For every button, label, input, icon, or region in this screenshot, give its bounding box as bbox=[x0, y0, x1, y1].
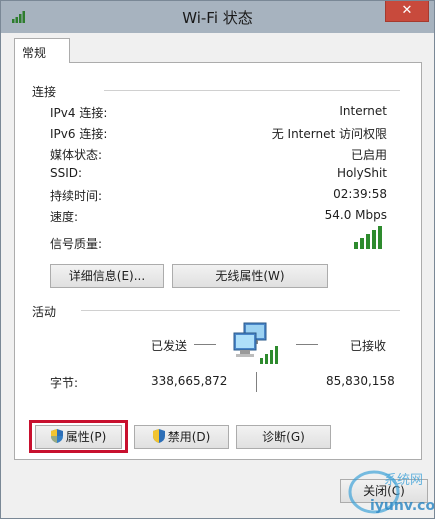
ssid-label: SSID: bbox=[50, 166, 83, 180]
wireless-properties-button[interactable]: 无线属性(W) bbox=[172, 264, 328, 288]
ipv6-value: 无 Internet 访问权限 bbox=[271, 127, 387, 141]
connection-divider bbox=[104, 90, 400, 91]
signal-quality-label: 信号质量: bbox=[50, 237, 103, 251]
duration-value: 02:39:58 bbox=[333, 187, 387, 201]
general-panel bbox=[14, 62, 422, 460]
received-label: 已接收 bbox=[350, 339, 387, 353]
bytes-label: 字节: bbox=[50, 376, 79, 390]
speed-label: 速度: bbox=[50, 210, 79, 224]
disable-label: 禁用(D) bbox=[167, 430, 211, 444]
svg-text:iyunv.com: iyunv.com bbox=[370, 498, 434, 514]
received-line bbox=[296, 344, 318, 345]
tab-general[interactable]: 常规 bbox=[14, 38, 70, 63]
svg-text:系统网: 系统网 bbox=[384, 473, 423, 488]
duration-label: 持续时间: bbox=[50, 189, 103, 203]
diagnose-button[interactable]: 诊断(G) bbox=[236, 425, 331, 449]
wifi-status-window: Wi-Fi 状态 ✕ 常规 连接 IPv4 连接: Internet IPv6 … bbox=[0, 0, 435, 519]
activity-divider bbox=[81, 310, 400, 311]
media-state-value: 已启用 bbox=[350, 148, 387, 162]
connection-heading: 连接 bbox=[32, 85, 57, 99]
title-bar[interactable]: Wi-Fi 状态 ✕ bbox=[1, 1, 434, 33]
site-watermark: 系统网 iyunv.com bbox=[344, 462, 435, 518]
ssid-value: HolyShit bbox=[336, 166, 387, 180]
close-window-button[interactable]: ✕ bbox=[385, 1, 429, 22]
ipv6-label: IPv6 连接: bbox=[50, 127, 108, 141]
close-icon: ✕ bbox=[401, 3, 413, 18]
properties-highlight-box bbox=[29, 420, 128, 453]
ipv4-value: Internet bbox=[339, 104, 387, 118]
network-computers-icon bbox=[233, 322, 278, 364]
window-title: Wi-Fi 状态 bbox=[182, 9, 253, 27]
speed-value: 54.0 Mbps bbox=[324, 208, 387, 222]
media-state-label: 媒体状态: bbox=[50, 148, 103, 162]
ipv4-label: IPv4 连接: bbox=[50, 106, 108, 120]
sent-label: 已发送 bbox=[151, 339, 188, 353]
watermark-logo-icon: 系统网 iyunv.com bbox=[348, 470, 435, 514]
uac-shield-icon bbox=[152, 429, 165, 443]
sent-line bbox=[194, 344, 216, 345]
signal-bars-icon bbox=[354, 226, 382, 249]
bytes-received-value: 85,830,158 bbox=[326, 374, 395, 388]
bytes-divider bbox=[256, 372, 257, 392]
bytes-sent-value: 338,665,872 bbox=[151, 374, 228, 388]
disable-button[interactable]: 禁用(D) bbox=[134, 425, 229, 449]
activity-heading: 活动 bbox=[32, 305, 57, 319]
details-button[interactable]: 详细信息(E)... bbox=[50, 264, 164, 288]
